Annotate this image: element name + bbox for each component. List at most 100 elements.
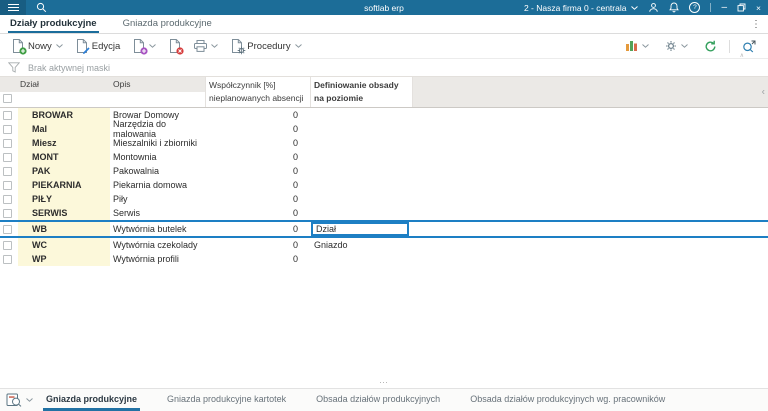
table-row[interactable]: PAK Pakowalnia 0: [0, 164, 768, 178]
row-checkbox[interactable]: [3, 224, 12, 234]
row-checkbox[interactable]: [3, 208, 12, 218]
table-row[interactable]: WB Wytwórnia butelek 0 Dział: [0, 220, 768, 238]
cell-opis[interactable]: Mieszalniki i zbiorniki: [110, 138, 205, 148]
cell-wspolczynnik[interactable]: 0: [205, 166, 310, 176]
cell-opis[interactable]: Pakowalnia: [110, 166, 205, 176]
row-checkbox[interactable]: [3, 240, 12, 250]
cell-definiowanie[interactable]: [310, 122, 413, 136]
overflow-menu-icon[interactable]: ⋮: [744, 15, 768, 33]
row-checkbox[interactable]: [3, 180, 12, 190]
cell-opis[interactable]: Wytwórnia profili: [110, 254, 205, 264]
splitter-handle[interactable]: ⋯: [0, 377, 768, 388]
cell-dzial[interactable]: MONT: [18, 150, 110, 164]
cell-opis[interactable]: Narzędzia do malowania: [110, 119, 205, 139]
cell-definiowanie[interactable]: [310, 192, 413, 206]
bottom-tab-obsada-działów-produkcyjnych-wg-pracowników[interactable]: Obsada działów produkcyjnych wg. pracown…: [467, 389, 668, 411]
settings-button[interactable]: [661, 38, 692, 54]
cell-opis[interactable]: Piły: [110, 194, 205, 204]
cell-dzial[interactable]: Miesz: [18, 136, 110, 150]
row-checkbox[interactable]: [3, 152, 12, 162]
cell-wspolczynnik[interactable]: 0: [205, 254, 310, 264]
column-header-definiowanie[interactable]: Definiowanie obsady na poziomie: [310, 77, 413, 107]
column-header-dzial[interactable]: Dział: [18, 77, 110, 107]
definiowanie-edit-input[interactable]: Dział: [311, 222, 409, 236]
row-checkbox[interactable]: [3, 138, 12, 148]
cell-dzial[interactable]: PAK: [18, 164, 110, 178]
table-row[interactable]: PIEKARNIA Piekarnia domowa 0: [0, 178, 768, 192]
cell-dzial[interactable]: BROWAR: [18, 108, 110, 122]
cell-wspolczynnik[interactable]: 0: [205, 240, 310, 250]
new-button[interactable]: Nowy: [8, 37, 67, 55]
collapse-toolbar-icon[interactable]: ∧: [740, 52, 744, 59]
refresh-button[interactable]: [700, 38, 721, 55]
row-checkbox[interactable]: [3, 110, 12, 120]
help-button[interactable]: ?: [689, 2, 701, 13]
table-row[interactable]: WC Wytwórnia czekolady 0 Gniazdo: [0, 238, 768, 252]
bottom-tab-gniazda-produkcyjne-kartotek[interactable]: Gniazda produkcyjne kartotek: [164, 389, 289, 411]
column-header-opis[interactable]: Opis: [110, 77, 205, 107]
filter-button[interactable]: [8, 62, 20, 73]
table-row[interactable]: SERWIS Serwis 0: [0, 206, 768, 220]
cell-opis[interactable]: Serwis: [110, 208, 205, 218]
print-button[interactable]: [190, 38, 222, 54]
cell-definiowanie[interactable]: [310, 136, 413, 150]
cell-opis[interactable]: Montownia: [110, 152, 205, 162]
panel-collapse-icon[interactable]: ‹: [762, 87, 765, 98]
cell-definiowanie[interactable]: [310, 164, 413, 178]
cell-wspolczynnik[interactable]: 0: [205, 152, 310, 162]
procedures-button[interactable]: Procedury: [227, 37, 305, 55]
cell-definiowanie[interactable]: [310, 178, 413, 192]
tab-działy-produkcyjne[interactable]: Działy produkcyjne: [8, 15, 99, 33]
cell-dzial[interactable]: PIEKARNIA: [18, 178, 110, 192]
column-header-wspolczynnik[interactable]: Współczynnik [%] nieplanowanych absencji: [205, 77, 310, 107]
cell-wspolczynnik[interactable]: 0: [205, 194, 310, 204]
tab-gniazda-produkcyjne[interactable]: Gniazda produkcyjne: [121, 15, 214, 33]
cell-definiowanie[interactable]: [310, 150, 413, 164]
cell-dzial[interactable]: WC: [18, 238, 110, 252]
cell-wspolczynnik[interactable]: 0: [205, 110, 310, 120]
cell-wspolczynnik[interactable]: 0: [205, 224, 310, 234]
cell-definiowanie[interactable]: [310, 206, 413, 220]
user-button[interactable]: [648, 2, 659, 13]
maximize-button[interactable]: [737, 3, 746, 12]
cell-definiowanie[interactable]: Gniazdo: [310, 238, 413, 252]
row-checkbox[interactable]: [3, 254, 12, 264]
row-checkbox[interactable]: [3, 124, 12, 134]
company-selector[interactable]: 2 - Nasza firma 0 - centrala: [524, 3, 639, 13]
cell-dzial[interactable]: Mal: [18, 122, 110, 136]
delete-button[interactable]: [165, 37, 185, 55]
cell-wspolczynnik[interactable]: 0: [205, 124, 310, 134]
minimize-button[interactable]: –: [721, 2, 727, 12]
search-button[interactable]: [36, 2, 47, 13]
cell-dzial[interactable]: WP: [18, 252, 110, 266]
cell-definiowanie[interactable]: [310, 252, 413, 266]
cell-opis[interactable]: Piekarnia domowa: [110, 180, 205, 190]
views-button[interactable]: [6, 389, 43, 411]
row-checkbox[interactable]: [3, 194, 12, 204]
select-all-checkbox[interactable]: [3, 94, 12, 103]
cell-wspolczynnik[interactable]: 0: [205, 138, 310, 148]
cell-opis[interactable]: Wytwórnia czekolady: [110, 240, 205, 250]
table-row[interactable]: WP Wytwórnia profili 0: [0, 252, 768, 266]
edit-button[interactable]: Edycja: [72, 37, 125, 55]
chart-button[interactable]: [621, 38, 653, 54]
cell-dzial[interactable]: WB: [18, 222, 110, 236]
row-checkbox[interactable]: [3, 166, 12, 176]
table-row[interactable]: MONT Montownia 0: [0, 150, 768, 164]
table-row[interactable]: Mal Narzędzia do malowania 0: [0, 119, 768, 139]
cell-wspolczynnik[interactable]: 0: [205, 180, 310, 190]
bottom-tab-gniazda-produkcyjne[interactable]: Gniazda produkcyjne: [43, 389, 141, 411]
cell-dzial[interactable]: SERWIS: [18, 206, 110, 220]
cell-dzial[interactable]: PIŁY: [18, 192, 110, 206]
bottom-tab-obsada-działów-produkcyjnych[interactable]: Obsada działów produkcyjnych: [313, 389, 443, 411]
cell-opis[interactable]: Wytwórnia butelek: [110, 224, 205, 234]
cell-definiowanie[interactable]: [310, 108, 413, 122]
table-row[interactable]: PIŁY Piły 0: [0, 192, 768, 206]
clone-button[interactable]: [129, 37, 160, 55]
cell-definiowanie[interactable]: Dział: [310, 222, 413, 236]
notifications-button[interactable]: [669, 2, 680, 13]
close-button[interactable]: ×: [756, 3, 761, 13]
cell-wspolczynnik[interactable]: 0: [205, 208, 310, 218]
menu-button[interactable]: [0, 0, 26, 15]
table-row[interactable]: Miesz Mieszalniki i zbiorniki 0: [0, 136, 768, 150]
